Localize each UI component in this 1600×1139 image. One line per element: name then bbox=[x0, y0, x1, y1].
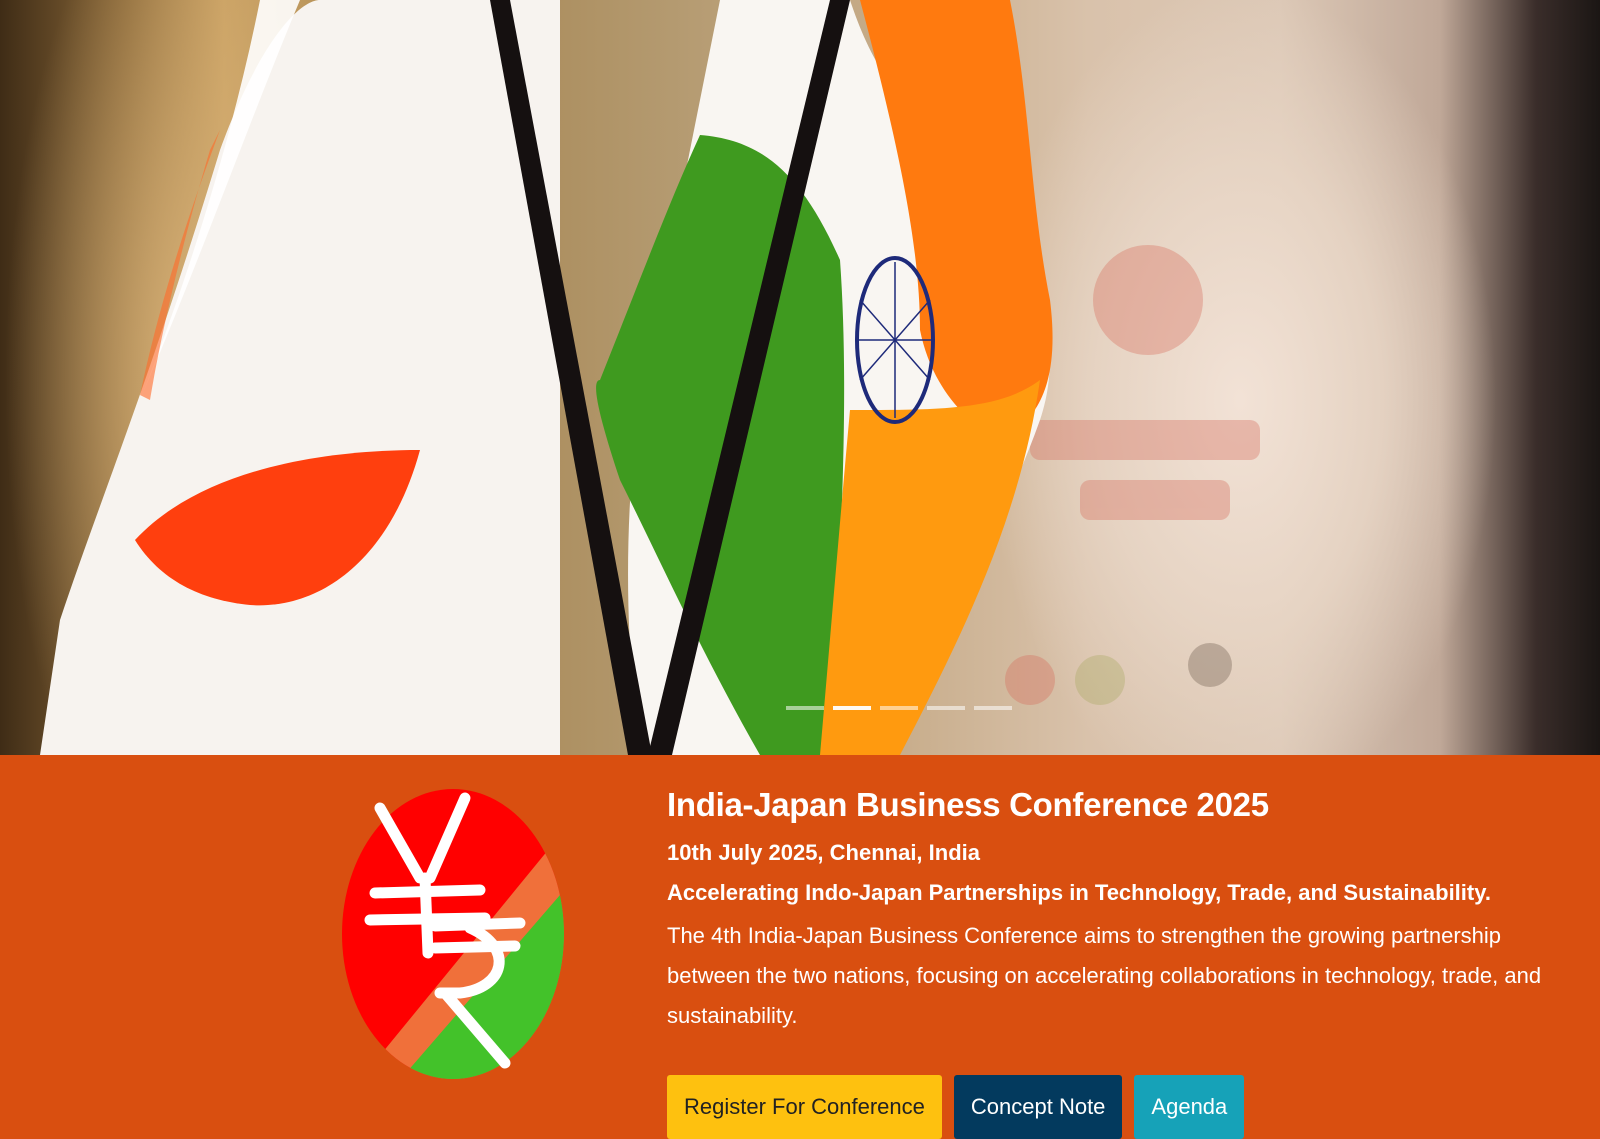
agenda-button[interactable]: Agenda bbox=[1134, 1075, 1245, 1139]
carousel-indicator-1[interactable] bbox=[786, 706, 824, 710]
conference-info: India-Japan Business Conference 2025 10t… bbox=[0, 755, 1600, 1139]
flags-photo bbox=[40, 0, 1260, 755]
conference-description: The 4th India-Japan Business Conference … bbox=[667, 922, 1542, 1028]
carousel-indicator-2[interactable] bbox=[833, 706, 871, 710]
register-button[interactable]: Register For Conference bbox=[667, 1075, 942, 1139]
conference-title: India-Japan Business Conference 2025 bbox=[667, 786, 1269, 823]
carousel-indicator-5[interactable] bbox=[974, 706, 1012, 710]
conference-logo bbox=[342, 789, 564, 1079]
conference-details: India-Japan Business Conference 2025 10t… bbox=[667, 785, 1567, 1139]
carousel-indicator-3[interactable] bbox=[880, 706, 918, 710]
hero-banner bbox=[0, 0, 1600, 755]
conference-tagline: Accelerating Indo-Japan Partnerships in … bbox=[667, 880, 1491, 906]
concept-note-button[interactable]: Concept Note bbox=[953, 1075, 1123, 1139]
conference-date-location: 10th July 2025, Chennai, India bbox=[667, 839, 980, 865]
carousel-indicators bbox=[786, 706, 1012, 710]
action-buttons: Register For Conference Concept Note Age… bbox=[667, 1075, 1245, 1139]
carousel-indicator-4[interactable] bbox=[927, 706, 965, 710]
